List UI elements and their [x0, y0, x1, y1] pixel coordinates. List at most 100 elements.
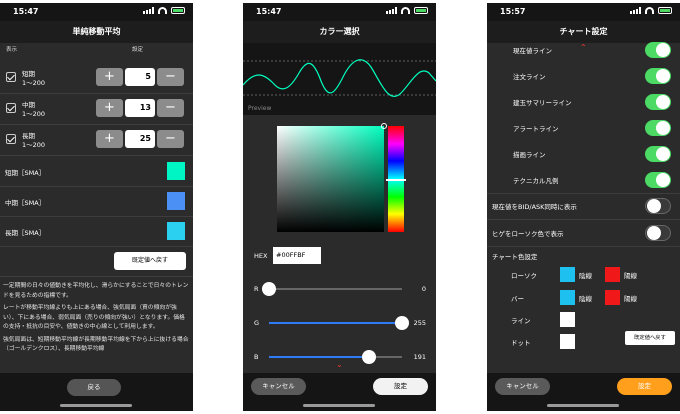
slider-label: B: [254, 353, 259, 361]
slider-value: 191: [413, 353, 426, 361]
hex-input[interactable]: #00FFBF: [273, 247, 321, 264]
period-value-input[interactable]: 13: [125, 99, 155, 117]
color-row-candle: ローソク 陰線 陽線: [487, 265, 680, 285]
slider-track[interactable]: [262, 282, 402, 296]
color-row-mid[interactable]: 中期［SMA］: [0, 187, 193, 217]
set-button[interactable]: 設定: [617, 378, 672, 395]
toggle-label: ヒゲをローソク色で表示: [492, 230, 564, 238]
cancel-button[interactable]: キャンセル: [495, 378, 550, 395]
period-label: 短期: [22, 70, 35, 78]
increment-button[interactable]: +: [96, 68, 123, 86]
status-bar: 15:47: [243, 3, 436, 21]
slider-label: G: [254, 319, 260, 327]
hue-slider-marker[interactable]: [386, 179, 406, 181]
decrement-button[interactable]: −: [157, 68, 184, 86]
page-title: 単純移動平均: [0, 21, 193, 43]
checkbox-mid[interactable]: [6, 103, 16, 113]
footer-bar: キャンセル 設定: [487, 373, 680, 411]
divider: [0, 155, 193, 156]
saturation-brightness-picker[interactable]: [277, 126, 384, 232]
increment-button[interactable]: +: [96, 130, 123, 148]
period-label: 長期: [22, 132, 35, 140]
checkbox-long[interactable]: [6, 134, 16, 144]
signal-icon: [386, 7, 397, 14]
toggle-row: テクニカル凡例: [487, 167, 680, 193]
period-row-long: 長期 1〜200 + 25 −: [0, 125, 193, 155]
color-row-line: ライン: [487, 310, 680, 330]
description-paragraph: レートが移動平均線よりも上にある場合、強気局面（買の傾向が強い）、下にある場合、…: [3, 305, 185, 330]
preview-line: [243, 59, 436, 97]
slider-track[interactable]: [269, 350, 402, 364]
color-swatch[interactable]: [560, 334, 575, 349]
color-row-label: ドット: [511, 339, 531, 347]
toggle-switch[interactable]: [645, 120, 671, 136]
color-picker-screen: 15:47 カラー選択 Preview HEX #00FFBF R 0 G 25…: [243, 3, 436, 411]
status-time: 15:47: [13, 7, 39, 16]
period-value-input[interactable]: 5: [125, 68, 155, 86]
reset-defaults-button[interactable]: 既定値へ戻す: [625, 331, 675, 345]
picker-handle[interactable]: [381, 123, 387, 129]
signal-icon: [630, 7, 641, 14]
color-swatch[interactable]: [605, 290, 620, 305]
slider-fill: [269, 356, 369, 358]
increment-button[interactable]: +: [96, 99, 123, 117]
decrement-button[interactable]: −: [157, 130, 184, 148]
slider-knob[interactable]: [395, 316, 409, 330]
sma-settings-screen: 15:47 単純移動平均 表示 設定 短期 1〜200 + 5 − 中期 1〜200…: [0, 3, 193, 411]
period-value-input[interactable]: 25: [125, 130, 155, 148]
toggle-switch[interactable]: [645, 146, 671, 162]
toggle-label: アラートライン: [513, 125, 559, 133]
toggle-switch[interactable]: [645, 42, 671, 58]
color-swatch[interactable]: [560, 267, 575, 282]
page-title: カラー選択: [243, 21, 436, 43]
color-swatch[interactable]: [167, 162, 185, 180]
scroll-down-icon: ⌄: [336, 360, 343, 369]
color-swatch[interactable]: [560, 312, 575, 327]
column-header-setting: 設定: [132, 47, 144, 53]
decrement-button[interactable]: −: [157, 99, 184, 117]
slider-fill: [269, 322, 402, 324]
description-paragraph: 一定期間の日々の値動きを平均化し、滑らかにすることで日々のトレンドを見るための指…: [3, 283, 189, 299]
toggle-switch[interactable]: [645, 225, 671, 241]
checkbox-short[interactable]: [6, 72, 16, 82]
toggle-switch[interactable]: [645, 172, 671, 188]
toggle-switch[interactable]: [645, 198, 671, 214]
column-header-display: 表示: [6, 47, 18, 53]
color-row-long[interactable]: 長期［SMA］: [0, 217, 193, 247]
cancel-button[interactable]: キャンセル: [251, 378, 306, 395]
status-time: 15:57: [500, 7, 526, 16]
battery-icon: [658, 7, 672, 14]
color-row-label: 短期［SMA］: [5, 169, 46, 177]
color-row-short[interactable]: 短期［SMA］: [0, 157, 193, 187]
period-range: 1〜200: [22, 79, 46, 87]
scroll-up-icon: ⌃: [580, 43, 587, 52]
period-row-short: 短期 1〜200 + 5 −: [0, 63, 193, 93]
slider-knob[interactable]: [262, 282, 276, 296]
slider-row-g: G 255: [243, 313, 436, 333]
toggle-label: 描画ライン: [513, 151, 546, 159]
toggle-switch[interactable]: [645, 94, 671, 110]
back-button[interactable]: 戻る: [67, 379, 121, 396]
divider: [487, 246, 680, 247]
toggle-label: 現在値ライン: [513, 47, 552, 55]
description-paragraph: 強気局面は、短期移動平均線が長期移動平均線を下から上に抜ける場合（ゴールデンクロ…: [3, 336, 189, 353]
color-swatch[interactable]: [560, 290, 575, 305]
slider-track[interactable]: [269, 316, 409, 330]
color-swatch[interactable]: [167, 222, 185, 240]
status-time: 15:47: [256, 7, 282, 16]
color-row-label: ローソク: [511, 272, 537, 280]
home-indicator: [303, 404, 375, 407]
divider: [0, 276, 193, 277]
toggle-row: ヒゲをローソク色で表示: [487, 220, 680, 246]
color-row-label: 長期［SMA］: [5, 229, 46, 237]
divider: [0, 246, 193, 247]
reset-defaults-button[interactable]: 既定値へ戻す: [114, 252, 186, 270]
home-indicator: [547, 404, 619, 407]
status-bar: 15:57: [487, 3, 680, 21]
color-swatch[interactable]: [167, 192, 185, 210]
color-swatch[interactable]: [605, 267, 620, 282]
set-button[interactable]: 設定: [373, 378, 428, 395]
battery-icon: [171, 7, 185, 14]
toggle-switch[interactable]: [645, 68, 671, 84]
slider-knob[interactable]: [361, 350, 376, 364]
